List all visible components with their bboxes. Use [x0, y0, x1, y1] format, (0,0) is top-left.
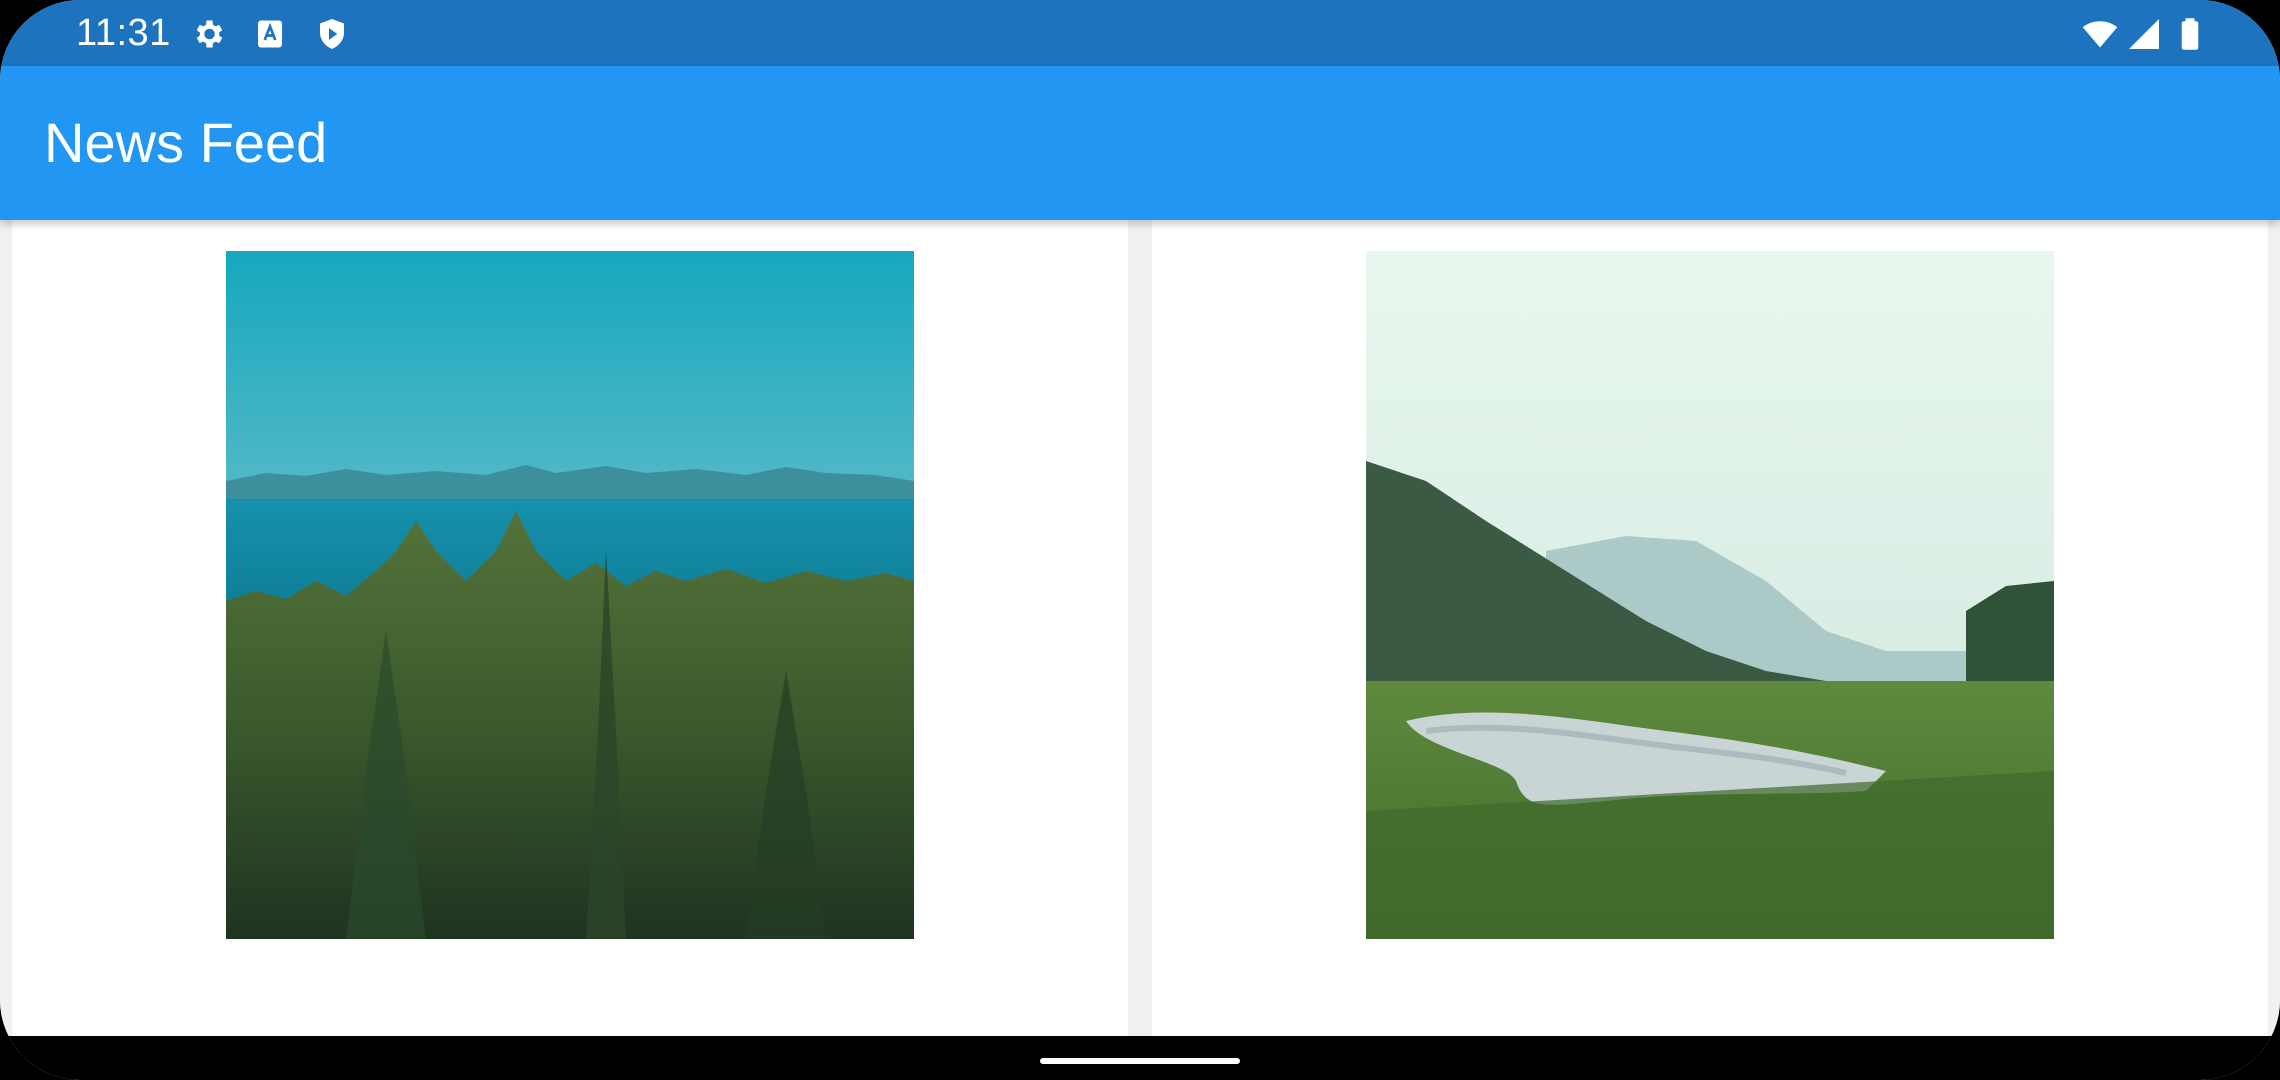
status-time: 11:31	[76, 12, 171, 54]
phone-screen: 11:31 News Feed	[0, 0, 2280, 1080]
wifi-icon	[2082, 16, 2118, 52]
feed-item[interactable]	[12, 220, 1128, 1036]
play-shield-icon	[314, 16, 350, 52]
app-bar: News Feed	[0, 66, 2280, 220]
battery-icon	[2172, 16, 2208, 52]
page-title: News Feed	[44, 111, 328, 174]
navigation-bar	[0, 1036, 2280, 1080]
cell-signal-icon	[2126, 16, 2162, 52]
forest-lake-mountains-photo[interactable]	[226, 251, 914, 939]
text-a-icon	[252, 16, 288, 52]
home-gesture-handle[interactable]	[1040, 1058, 1240, 1064]
misty-river-valley-photo[interactable]	[1366, 251, 2054, 939]
gear-icon	[190, 16, 226, 52]
feed-item[interactable]	[1152, 220, 2268, 1036]
news-feed-list[interactable]	[0, 220, 2280, 1036]
status-bar: 11:31	[0, 0, 2280, 66]
